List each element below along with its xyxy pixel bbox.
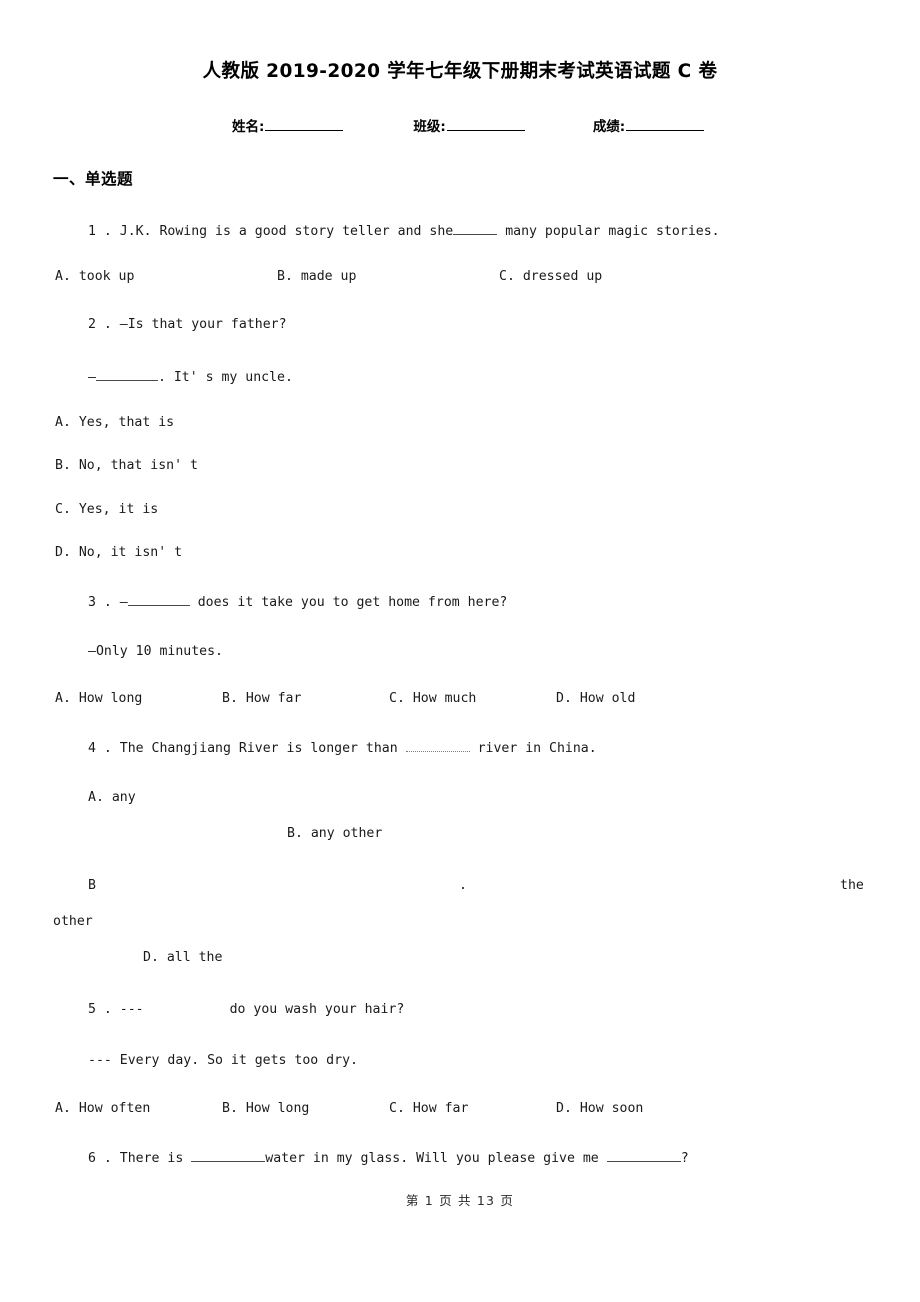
question-4-number: 4 .: [88, 741, 112, 756]
question-3-option-a[interactable]: A. How long: [55, 691, 142, 706]
question-2-blank[interactable]: [95, 368, 158, 381]
question-3-number: 3 .: [88, 595, 112, 610]
question-1-text-before: J.K. Rowing is a good story teller and s…: [119, 224, 454, 239]
question-5-dash: ---: [119, 1002, 144, 1017]
question-5-stem: 5 . --- do you wash your hair?: [88, 1002, 404, 1017]
question-6-text-b: water in my glass. Will you please give …: [265, 1151, 599, 1166]
question-2-option-a[interactable]: A. Yes, that is: [55, 415, 174, 430]
name-label: 姓名:: [232, 119, 265, 135]
question-1-blank[interactable]: [453, 222, 498, 235]
question-6-text-a: There is: [119, 1151, 184, 1166]
question-5-number: 5 .: [88, 1002, 112, 1017]
question-6-stem: 6 . There is water in my glass. Will you…: [88, 1149, 689, 1166]
question-1-text-after: many popular magic stories.: [505, 224, 720, 239]
question-3-reply: —Only 10 minutes.: [88, 644, 223, 659]
question-3-text-after: does it take you to get home from here?: [197, 595, 508, 610]
question-3-option-d[interactable]: D. How old: [556, 691, 635, 706]
question-4-option-c-word-the: the: [840, 878, 864, 893]
question-2-reply: — . It' s my uncle.: [88, 368, 293, 385]
question-4-stem: 4 . The Changjiang River is longer than …: [88, 739, 597, 756]
name-blank[interactable]: [265, 117, 344, 131]
question-5-text-after: do you wash your hair?: [229, 1002, 405, 1017]
question-4-option-c-period: .: [459, 878, 467, 893]
question-3-option-b[interactable]: B. How far: [222, 691, 301, 706]
question-1-number: 1 .: [88, 224, 112, 239]
question-6-blank-2[interactable]: [606, 1149, 681, 1162]
exam-page: 人教版 2019-2020 学年七年级下册期末考试英语试题 C 卷 姓名: 班级…: [0, 0, 920, 1302]
score-blank[interactable]: [626, 117, 705, 131]
question-2-stem: 2 . —Is that your father?: [88, 317, 287, 332]
question-1-option-c[interactable]: C. dressed up: [499, 269, 602, 284]
question-1-option-a[interactable]: A. took up: [55, 269, 134, 284]
page-title: 人教版 2019-2020 学年七年级下册期末考试英语试题 C 卷: [202, 61, 718, 82]
question-5-option-a[interactable]: A. How often: [55, 1101, 150, 1116]
question-5-reply: --- Every day. So it gets too dry.: [88, 1053, 358, 1068]
question-2-option-b[interactable]: B. No, that isn' t: [55, 458, 198, 473]
question-6-text-c: ?: [680, 1151, 689, 1166]
section-heading-multiple-choice: 一、单选题: [53, 170, 134, 188]
question-3-dash: —: [119, 595, 128, 610]
question-2-option-c[interactable]: C. Yes, it is: [55, 502, 158, 517]
question-1-option-b[interactable]: B. made up: [277, 269, 356, 284]
question-4-option-b[interactable]: B. any other: [287, 826, 382, 841]
question-3-blank[interactable]: [127, 593, 190, 606]
question-2-reply-dash: —: [88, 370, 96, 385]
question-1-stem: 1 . J.K. Rowing is a good story teller a…: [88, 222, 720, 239]
student-identity-row: 姓名: 班级: 成绩:: [232, 115, 705, 135]
question-4-option-d[interactable]: D. all the: [143, 950, 222, 965]
question-5-option-d[interactable]: D. How soon: [556, 1101, 643, 1116]
page-footer: 第 1 页 共 13 页: [405, 1193, 515, 1208]
question-6-number: 6 .: [88, 1151, 112, 1166]
question-4-text-before: The Changjiang River is longer than: [119, 741, 398, 756]
name-field: 姓名:: [232, 115, 344, 135]
class-field: 班级:: [413, 115, 525, 135]
question-4-option-a[interactable]: A. any: [88, 790, 136, 805]
question-2-option-d[interactable]: D. No, it isn' t: [55, 545, 182, 560]
question-2-text: —Is that your father?: [119, 317, 287, 332]
question-2-number: 2 .: [88, 317, 112, 332]
question-4-option-c-word-other: other: [53, 914, 93, 929]
class-label: 班级:: [413, 119, 446, 135]
question-6-blank-1[interactable]: [191, 1149, 266, 1162]
question-2-reply-after: . It' s my uncle.: [157, 370, 293, 385]
score-field: 成绩:: [592, 115, 705, 135]
score-label: 成绩:: [592, 119, 626, 135]
question-3-option-c[interactable]: C. How much: [389, 691, 476, 706]
question-4-text-after: river in China.: [477, 741, 597, 756]
class-blank[interactable]: [446, 117, 525, 131]
question-5-option-b[interactable]: B. How long: [222, 1101, 309, 1116]
question-4-blank[interactable]: [405, 739, 470, 752]
question-3-stem: 3 . — does it take you to get home from …: [88, 593, 507, 610]
question-5-option-c[interactable]: C. How far: [389, 1101, 468, 1116]
question-4-option-c-letter[interactable]: B: [88, 878, 96, 893]
